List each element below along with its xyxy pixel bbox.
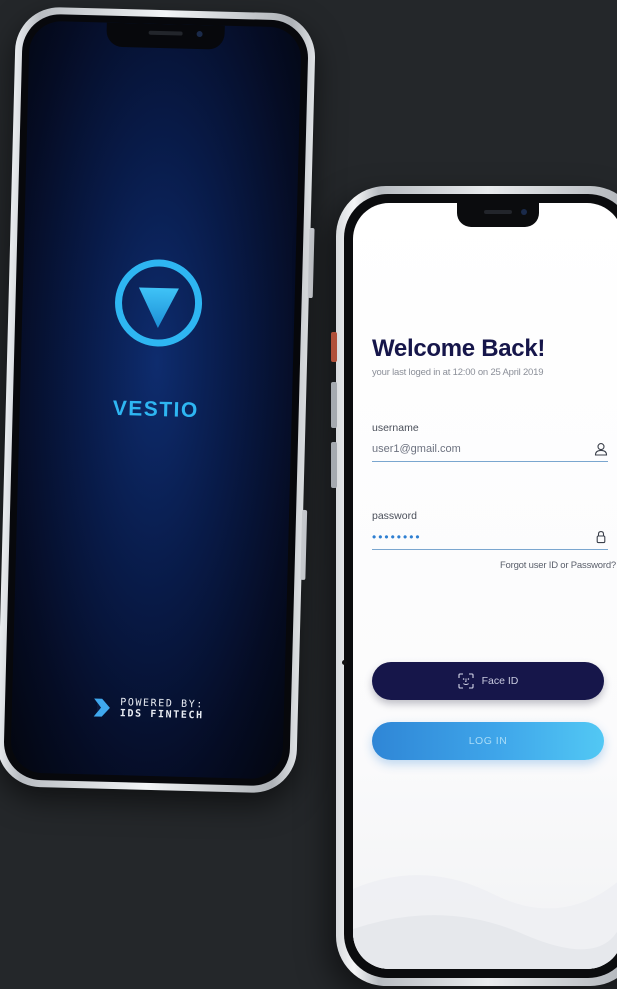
mute-switch [331,332,337,362]
user-icon [594,443,608,456]
sensor-dot [342,660,347,665]
background-wave [353,875,617,969]
username-group: username [372,422,612,462]
volume-down-button [331,442,337,488]
password-field[interactable]: •••••••• [372,530,608,550]
speaker [148,30,183,36]
username-field[interactable] [372,442,608,462]
password-input[interactable]: •••••••• [372,530,422,544]
password-label: password [372,510,417,522]
splash-screen: VESTIO POWERED BY: IDS FINTECH [10,20,302,780]
last-login-text: your last loged in at 12:00 on 25 April … [372,367,544,378]
speaker [484,210,512,214]
front-camera [521,209,527,215]
password-group: password •••••••• [372,510,612,550]
face-id-button[interactable]: Face ID [372,662,604,700]
powered-by: POWERED BY: IDS FINTECH [12,694,284,723]
phone-notch [457,203,539,227]
username-label: username [372,422,419,434]
welcome-title: Welcome Back! [372,335,546,362]
powered-by-company: IDS FINTECH [119,708,204,722]
brand-name: VESTIO [112,396,200,423]
vestio-logo-icon [115,259,203,347]
phone-bezel: Welcome Back! your last loged in at 12:0… [344,194,617,978]
username-input[interactable] [372,443,572,455]
face-id-icon [458,673,474,689]
lock-icon [596,531,606,544]
login-phone: Welcome Back! your last loged in at 12:0… [331,186,617,986]
side-button [307,227,315,299]
login-button-label: LOG IN [468,735,508,747]
face-id-label: Face ID [481,675,519,687]
splash-phone: VESTIO POWERED BY: IDS FINTECH [0,6,317,794]
front-camera [196,30,203,38]
login-screen: Welcome Back! your last loged in at 12:0… [353,203,617,969]
side-button [300,509,308,580]
forgot-credentials-link[interactable]: Forgot user ID or Password? [372,560,616,571]
login-button[interactable]: LOG IN [372,722,604,760]
powered-by-text: POWERED BY: IDS FINTECH [120,697,204,721]
phone-notch [106,22,225,50]
login-form: Welcome Back! your last loged in at 12:0… [372,335,616,571]
phone-bezel: VESTIO POWERED BY: IDS FINTECH [3,13,309,787]
ids-fintech-logo-icon [93,698,111,717]
volume-up-button [331,382,337,428]
